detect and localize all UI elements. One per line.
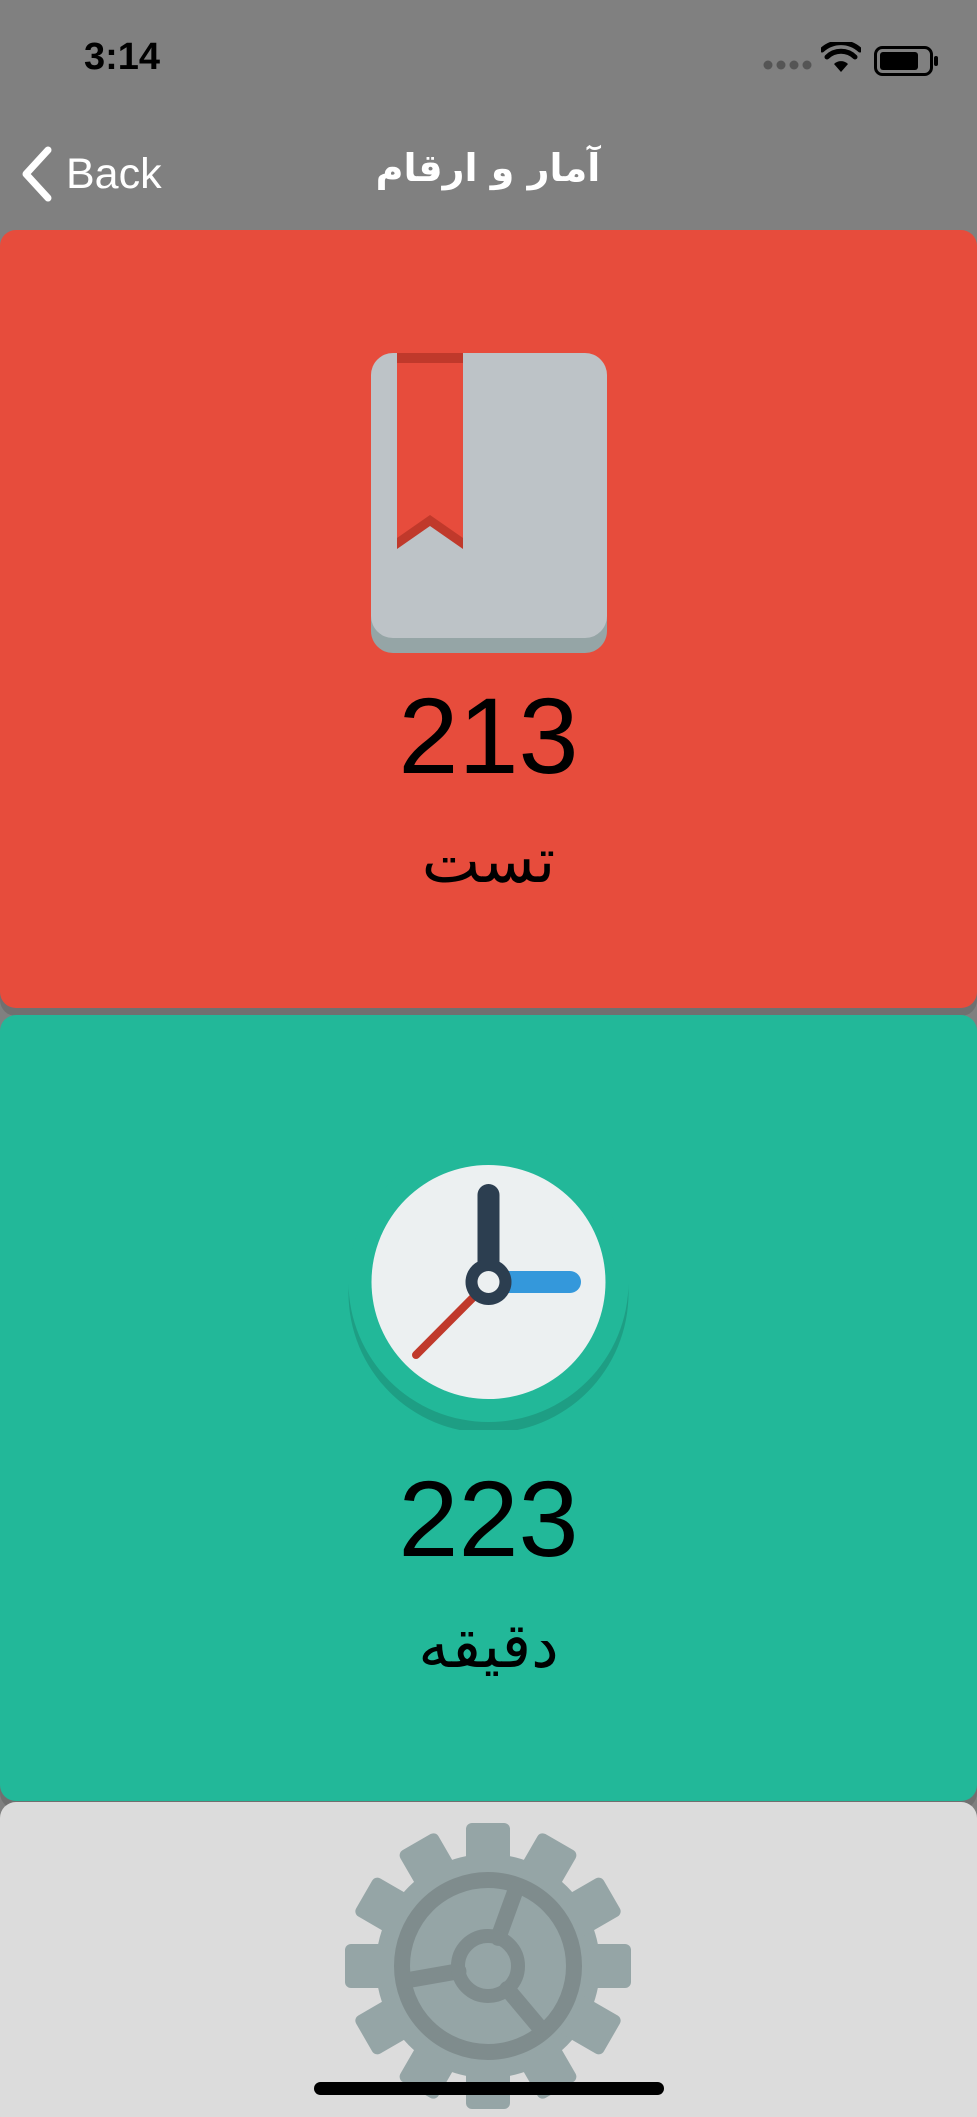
status-bar: 3:14 xyxy=(0,0,977,120)
back-label: Back xyxy=(66,149,162,198)
settings-card[interactable] xyxy=(0,1802,977,2117)
back-button[interactable]: Back xyxy=(20,142,162,206)
page-title: آمار و ارقام xyxy=(375,146,601,190)
home-indicator xyxy=(314,2082,664,2095)
clock-icon xyxy=(348,1145,629,1430)
bookmarked-book-icon xyxy=(371,353,607,653)
navigation-bar: Back آمار و ارقام xyxy=(0,120,977,230)
minutes-count: 223 xyxy=(398,1458,579,1579)
battery-icon xyxy=(874,46,938,76)
chevron-left-icon xyxy=(22,146,52,202)
stats-screen: 3:14 Back آمار و ارقام 213 تست 223 دقیقه xyxy=(0,0,977,2117)
gear-icon xyxy=(345,1823,631,2109)
tests-count: 213 xyxy=(398,675,579,796)
tests-card[interactable]: 213 تست xyxy=(0,230,977,1008)
minutes-card[interactable]: 223 دقیقه xyxy=(0,1015,977,1801)
tests-label: تست xyxy=(421,824,556,897)
signal-dots-icon xyxy=(763,60,812,70)
wifi-icon xyxy=(821,42,861,72)
minutes-label: دقیقه xyxy=(418,1609,559,1682)
status-time: 3:14 xyxy=(84,36,161,78)
